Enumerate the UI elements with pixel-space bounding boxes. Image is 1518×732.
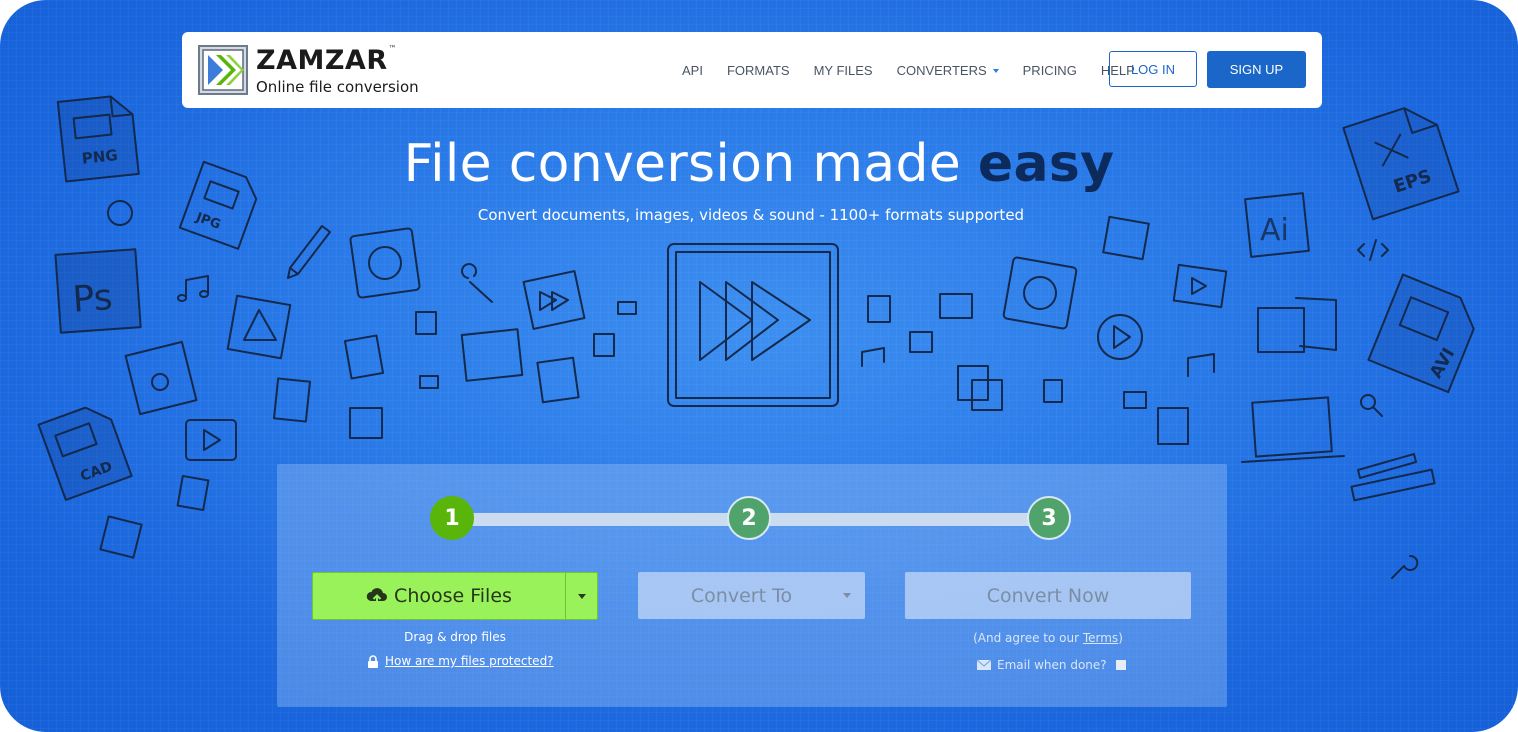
nav-pricing[interactable]: PRICING [1023, 63, 1077, 78]
caret-down-icon [992, 68, 999, 73]
hero-subtitle: Convert documents, images, videos & soun… [477, 206, 1025, 224]
caret-down-icon [843, 593, 851, 598]
step-1-indicator: 1 [430, 496, 474, 540]
main-menu: API FORMATS MY FILES CONVERTERS PRICING … [670, 32, 1147, 108]
convert-to-select[interactable]: Convert To [638, 572, 865, 619]
caret-down-icon [577, 593, 586, 599]
lock-icon [368, 654, 378, 668]
page-background: PNG JPG Ps CAD EPS Ai AVI ZAMZAR™ Online… [0, 0, 1518, 732]
email-when-done-row: Email when done? [977, 658, 1126, 672]
top-navbar: ZAMZAR™ Online file conversion API FORMA… [182, 32, 1322, 108]
nav-my-files[interactable]: MY FILES [814, 63, 873, 78]
drag-drop-hint: Drag & drop files [404, 630, 506, 644]
nav-converters-label: CONVERTERS [896, 62, 987, 78]
choose-files-label: Choose Files [394, 585, 512, 607]
choose-files-button-group: Choose Files [312, 572, 598, 620]
step-3-indicator: 3 [1027, 496, 1071, 540]
nav-formats[interactable]: FORMATS [727, 63, 790, 78]
choose-files-button[interactable]: Choose Files [313, 573, 565, 619]
nav-api[interactable]: API [682, 63, 703, 78]
ps-label: Ps [71, 277, 114, 321]
convert-to-label: Convert To [690, 584, 793, 607]
email-when-done-label: Email when done? [997, 658, 1107, 672]
files-protected-row: How are my files protected? [367, 654, 554, 668]
fast-forward-icon [699, 281, 811, 361]
terms-agreement: (And agree to our Terms) [973, 631, 1123, 645]
choose-files-dropdown-toggle[interactable] [566, 573, 597, 619]
files-protected-link[interactable]: How are my files protected? [385, 654, 554, 668]
converter-panel: 1 2 3 Choose Files Drag & drop files How… [277, 464, 1227, 707]
hero-title: File conversion made easy [403, 134, 1115, 194]
terms-link[interactable]: Terms [1083, 631, 1118, 645]
login-button[interactable]: LOG IN [1109, 51, 1197, 87]
envelope-icon [977, 660, 991, 670]
cloud-upload-icon [366, 588, 388, 605]
email-when-done-checkbox[interactable] [1115, 660, 1126, 670]
signup-button[interactable]: SIGN UP [1207, 51, 1306, 88]
brand-name[interactable]: ZAMZAR™ [256, 44, 397, 76]
zamzar-logo-icon[interactable] [198, 45, 248, 95]
brand-tagline: Online file conversion [256, 78, 419, 96]
step-2-indicator: 2 [727, 496, 771, 540]
nav-converters[interactable]: CONVERTERS [897, 63, 999, 78]
convert-now-button[interactable]: Convert Now [905, 572, 1191, 619]
